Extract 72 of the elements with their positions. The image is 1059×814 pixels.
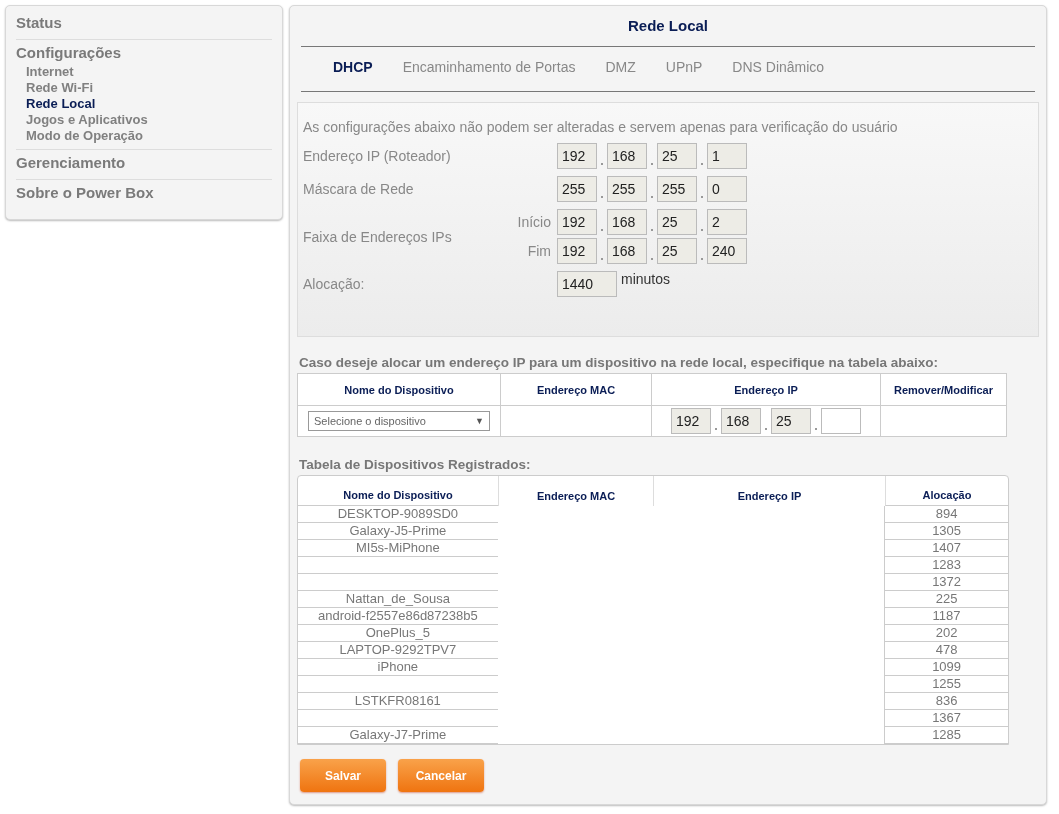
lease-field[interactable]: 1440	[557, 271, 617, 297]
ip-octet-field[interactable]: 255	[657, 176, 697, 202]
ip-octet-field[interactable]: 192	[557, 238, 597, 264]
ip-octet-field[interactable]: 255	[607, 176, 647, 202]
menu-section[interactable]: Sobre o Power Box	[16, 184, 272, 201]
table-cell: 1285	[932, 727, 962, 742]
field-label: Máscara de Rede	[303, 181, 415, 197]
section-heading: Tabela de Dispositivos Registrados:	[299, 457, 532, 472]
section-heading: Caso deseje alocar um endereço IP para um dispositivo na rede local, especifique na tabela abaixo:	[299, 355, 939, 370]
ip-octet-field[interactable]: 192	[557, 143, 597, 169]
ip-octet-field[interactable]	[821, 408, 861, 434]
ip-octet-field[interactable]: 240	[707, 238, 747, 264]
ip-octet-field[interactable]: 25	[657, 209, 697, 235]
table-cell: 1372	[932, 574, 962, 589]
table-cell: 1283	[932, 557, 962, 572]
menu-item[interactable]: Rede Local	[16, 96, 272, 112]
column-header: Nome do Dispositivo	[298, 476, 498, 506]
menu-item[interactable]: Jogos e Aplicativos	[16, 112, 272, 128]
table-cell: iPhone	[377, 659, 419, 674]
table-cell: 1255	[932, 676, 962, 691]
ip-octet-field[interactable]: 168	[607, 238, 647, 264]
ip-octet-field[interactable]: 25	[657, 143, 697, 169]
column-header: Endereço MAC	[498, 476, 653, 506]
ip-octet-field[interactable]: 25	[657, 238, 697, 264]
table-cell: 836	[935, 693, 958, 708]
table-cell: Galaxy-J7-Prime	[349, 727, 447, 742]
table-cell: 1099	[932, 659, 962, 674]
table-cell: 1367	[932, 710, 962, 725]
table-cell: 478	[935, 642, 958, 657]
ip-octet-field[interactable]: 168	[607, 209, 647, 235]
column-header: Endereço IP	[651, 373, 881, 406]
table-cell: android-f2557e86d87238b5	[317, 608, 478, 623]
table-cell: Nattan_de_Sousa	[345, 591, 450, 606]
table-cell: Galaxy-J5-Prime	[349, 523, 447, 538]
table-cell: 1187	[932, 608, 961, 623]
table-cell: 225	[935, 591, 958, 606]
ip-octet-field[interactable]: 1	[707, 143, 747, 169]
menu-section[interactable]: Gerenciamento	[16, 154, 272, 171]
menu-item[interactable]: Internet	[16, 64, 272, 80]
tab[interactable]: DHCP	[333, 59, 373, 75]
page-title: Rede Local	[627, 16, 709, 36]
unit-label: minutos	[621, 271, 671, 287]
table-cell: 202	[935, 625, 958, 640]
menu-item[interactable]: Modo de Operação	[16, 128, 272, 144]
table-cell: OnePlus_5	[365, 625, 430, 640]
field-label: Faixa de Endereços IPs	[303, 228, 453, 245]
column-header: Nome do Dispositivo	[297, 373, 501, 406]
column-header: Endereço MAC	[500, 373, 652, 406]
table-cell: DESKTOP-9089SD0	[337, 506, 459, 521]
ip-octet-field[interactable]: 168	[607, 143, 647, 169]
field-label: Alocação:	[303, 276, 366, 292]
menu-section[interactable]: Status	[16, 14, 272, 31]
table-cell: 894	[935, 506, 958, 521]
info-note: As configurações abaixo não podem ser alteradas e servem apenas para verificação do usuário	[303, 119, 899, 135]
table-cell: 1305	[932, 523, 962, 538]
field-label: Início	[516, 214, 552, 230]
ip-octet-field[interactable]: 2	[707, 209, 747, 235]
ip-octet-field[interactable]: 0	[707, 176, 747, 202]
table-cell: MI5s-MiPhone	[355, 540, 440, 555]
menu-item[interactable]: Rede Wi-Fi	[16, 80, 272, 96]
table-cell: LSTKFR08161	[354, 693, 441, 708]
column-header: Alocação	[885, 476, 1008, 506]
table-cell: 1407	[932, 540, 962, 555]
column-header: Remover/Modificar	[880, 373, 1007, 406]
field-label: Fim	[526, 243, 552, 259]
device-dropdown[interactable]: Selecione o dispositivo ▼	[308, 411, 490, 431]
column-header: Endereço IP	[653, 476, 885, 506]
menu-section[interactable]: Configurações	[16, 44, 272, 61]
ip-octet-field[interactable]: 255	[557, 176, 597, 202]
field-label: Endereço IP (Roteador)	[303, 148, 452, 164]
table-cell: LAPTOP-9292TPV7	[339, 642, 457, 657]
ip-octet-field[interactable]: 192	[557, 209, 597, 235]
